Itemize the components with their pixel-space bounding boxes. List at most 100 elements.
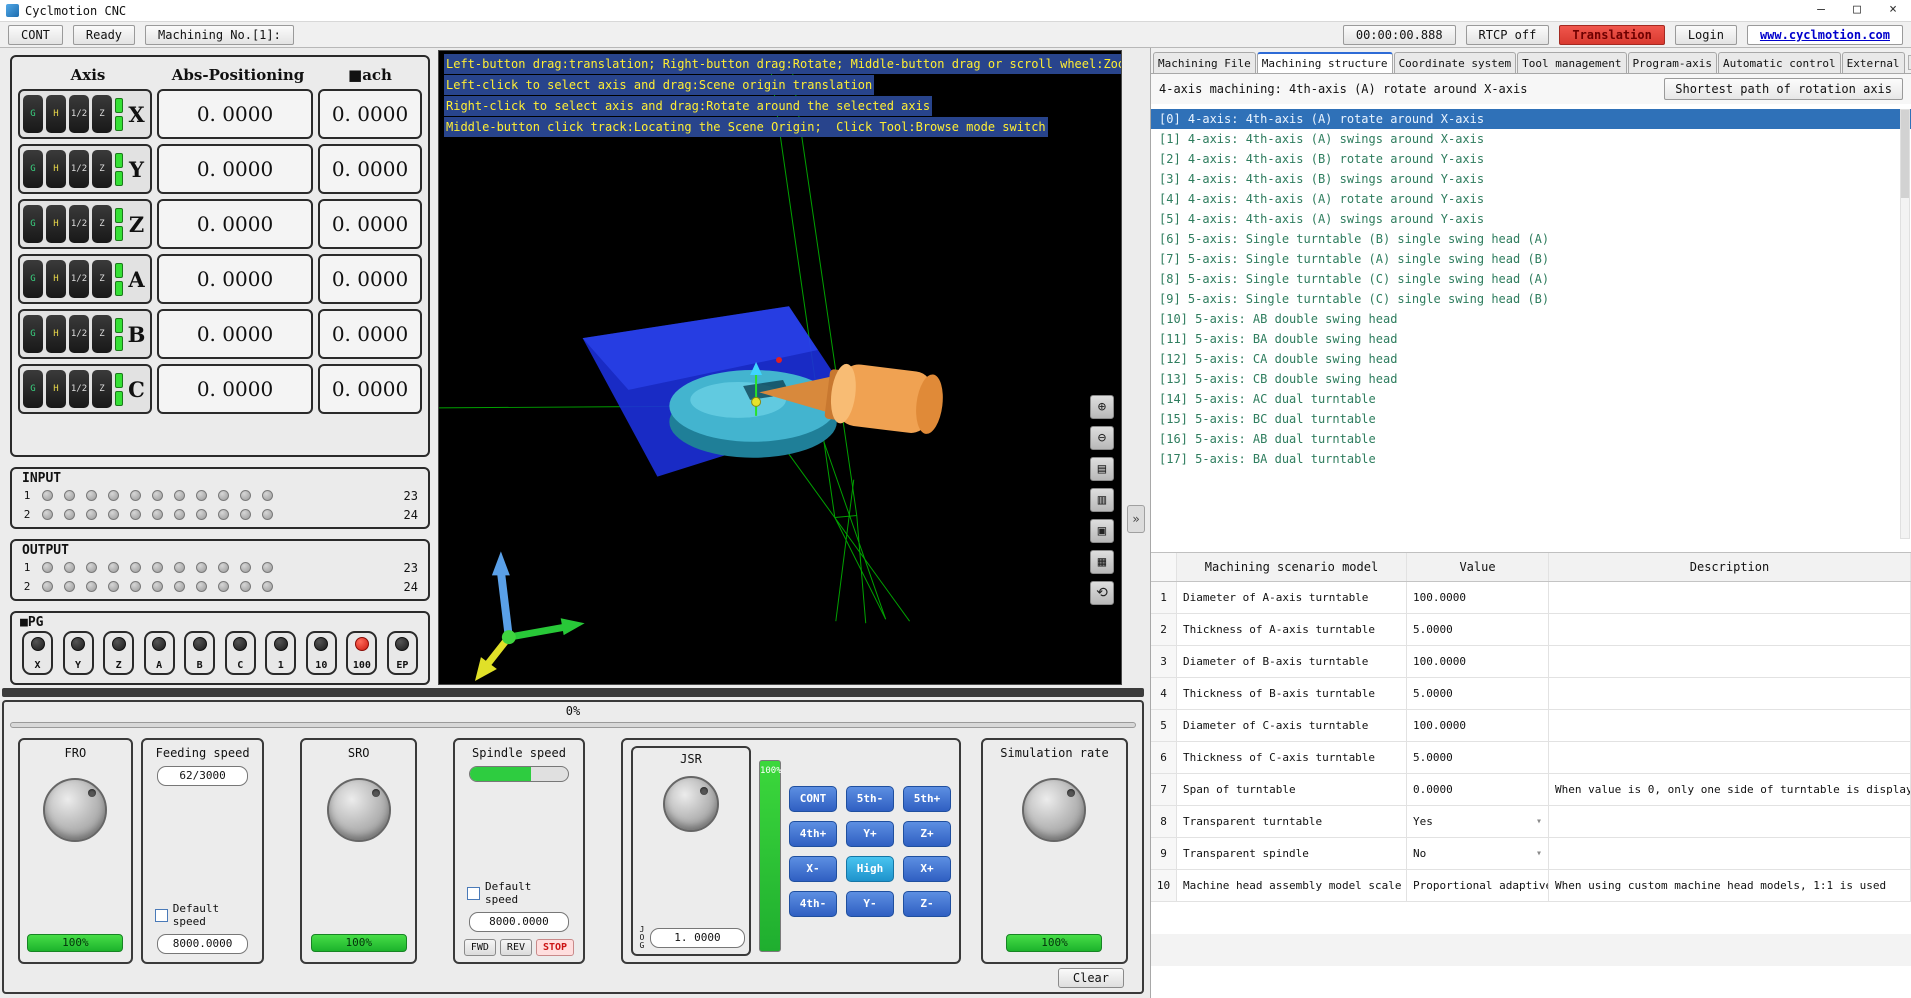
axis-mini-button-y-z[interactable]: Z [92,150,112,188]
structure-list-item[interactable]: [6] 5-axis: Single turntable (B) single … [1151,229,1911,249]
jog-button-5th[interactable]: 5th+ [902,785,951,812]
scenario-value-cell[interactable]: 5.0000 [1407,614,1549,645]
axis-mini-button-c-g[interactable]: G [23,370,43,408]
mpg-button-ep[interactable]: EP [386,631,418,675]
jog-button-4th[interactable]: 4th+ [788,820,837,847]
axis-mini-button-z-g[interactable]: G [23,205,43,243]
snapshot-icon[interactable]: ▣ [1090,519,1114,543]
axis-mini-button-b-z[interactable]: Z [92,315,112,353]
axis-mini-button-a-1-2[interactable]: 1/2 [69,260,89,298]
axis-mini-button-b-1-2[interactable]: 1/2 [69,315,89,353]
structure-list-item[interactable]: [11] 5-axis: BA double swing head [1151,329,1911,349]
structure-list-item[interactable]: [16] 5-axis: AB dual turntable [1151,429,1911,449]
rtcp-toggle-button[interactable]: RTCP off [1465,24,1550,45]
jog-button-y[interactable]: Y+ [845,820,894,847]
jog-button-4th[interactable]: 4th- [788,890,837,917]
spindle-fwd-button[interactable]: FWD [463,939,496,956]
structure-list-item[interactable]: [15] 5-axis: BC dual turntable [1151,409,1911,429]
structure-list-item[interactable]: [12] 5-axis: CA double swing head [1151,349,1911,369]
structure-list-item[interactable]: [17] 5-axis: BA dual turntable [1151,449,1911,469]
axis-mini-button-z-h[interactable]: H [46,205,66,243]
structure-list-item[interactable]: [10] 5-axis: AB double swing head [1151,309,1911,329]
close-icon[interactable]: × [1875,0,1911,21]
tab-scroll-left-icon[interactable]: ◄ [1907,55,1911,70]
dropdown-arrow-icon[interactable]: ▾ [1536,816,1542,827]
scenario-value-cell[interactable]: 5.0000 [1407,742,1549,773]
axis-mini-button-y-h[interactable]: H [46,150,66,188]
scenario-value-cell[interactable]: 100.0000 [1407,582,1549,613]
axis-mini-button-c-z[interactable]: Z [92,370,112,408]
structure-list-item[interactable]: [8] 5-axis: Single turntable (C) single … [1151,269,1911,289]
spindle-default-speed-field[interactable]: 8000.0000 [468,912,569,932]
axis-mini-button-x-g[interactable]: G [23,95,43,133]
structure-list-item[interactable]: [14] 5-axis: AC dual turntable [1151,389,1911,409]
axis-mini-button-b-g[interactable]: G [23,315,43,353]
axis-mini-button-b-h[interactable]: H [46,315,66,353]
shortest-path-button[interactable]: Shortest path of rotation axis [1664,78,1903,100]
jsr-knob[interactable] [662,776,719,832]
jog-button-z[interactable]: Z- [902,890,951,917]
viewport-3d[interactable]: Left-button drag:translation; Right-butt… [438,50,1122,685]
scenario-value-cell[interactable]: Yes ▾ [1407,806,1549,837]
axis-mini-button-x-h[interactable]: H [46,95,66,133]
dropdown-arrow-icon[interactable]: ▾ [1536,848,1542,859]
axis-mini-button-a-h[interactable]: H [46,260,66,298]
panel-expander-button[interactable]: » [1127,505,1145,533]
scenario-value-cell[interactable]: 0.0000 [1407,774,1549,805]
tab-machining-structure[interactable]: Machining structure [1256,52,1393,73]
structure-list-item[interactable]: [4] 4-axis: 4th-axis (A) rotate around Y… [1151,189,1911,209]
minimize-icon[interactable]: — [1803,0,1839,21]
tab-program-axis[interactable]: Program-axis [1627,52,1717,73]
feeding-speed-value[interactable]: 62/3000 [156,766,249,786]
axis-mini-button-y-g[interactable]: G [23,150,43,188]
axis-mini-button-a-g[interactable]: G [23,260,43,298]
zoom-out-icon[interactable]: ⊖ [1090,426,1114,450]
axis-mini-button-c-1-2[interactable]: 1/2 [69,370,89,408]
horizontal-splitter[interactable] [2,688,1144,697]
zoom-in-icon[interactable]: ⊕ [1090,395,1114,419]
spindle-rev-button[interactable]: REV [499,939,532,956]
axis-mini-button-y-1-2[interactable]: 1/2 [69,150,89,188]
sro-knob[interactable] [326,778,391,842]
axis-mini-button-x-1-2[interactable]: 1/2 [69,95,89,133]
layers-icon[interactable]: ▦ [1090,550,1114,574]
mpg-button-10[interactable]: 10 [305,631,337,675]
simulation-rate-knob[interactable] [1022,778,1087,842]
feeding-default-speed-checkbox[interactable] [154,908,168,922]
mpg-button-100[interactable]: 100 [346,631,378,675]
mode-button[interactable]: CONT [8,24,63,45]
list-scrollbar[interactable] [1900,109,1910,539]
structure-list-item[interactable]: [1] 4-axis: 4th-axis (A) swings around X… [1151,129,1911,149]
mpg-button-b[interactable]: B [184,631,216,675]
scenario-value-cell[interactable]: 100.0000 [1407,646,1549,677]
jog-button-cont[interactable]: CONT [788,785,837,812]
scenario-value-cell[interactable]: 5.0000 [1407,678,1549,709]
scenario-value-cell[interactable]: 100.0000 [1407,710,1549,741]
mpg-button-y[interactable]: Y [62,631,94,675]
jog-button-high[interactable]: High [845,855,894,882]
tab-machining-file[interactable]: Machining File [1153,52,1256,73]
structure-list-item[interactable]: [5] 4-axis: 4th-axis (A) swings around Y… [1151,209,1911,229]
structure-list-item[interactable]: [7] 5-axis: Single turntable (A) single … [1151,249,1911,269]
copy-view-icon[interactable]: ▤ [1090,457,1114,481]
scrollbar-thumb[interactable] [1901,110,1909,198]
spindle-default-speed-checkbox[interactable] [466,886,480,900]
clear-button[interactable]: Clear [1057,968,1124,988]
structure-list-item[interactable]: [3] 4-axis: 4th-axis (B) swings around Y… [1151,169,1911,189]
mpg-button-1[interactable]: 1 [265,631,297,675]
scenario-value-cell[interactable]: No ▾ [1407,838,1549,869]
jog-button-5th[interactable]: 5th- [845,785,894,812]
mpg-button-x[interactable]: X [22,631,53,675]
scenario-value-cell[interactable]: Proportional adaptive▾ [1407,870,1549,901]
structure-list-item[interactable]: [13] 5-axis: CB double swing head [1151,369,1911,389]
maximize-icon[interactable]: □ [1839,0,1875,21]
tab-automatic-control[interactable]: Automatic control [1717,52,1841,73]
jog-button-y[interactable]: Y- [845,890,894,917]
paste-view-icon[interactable]: ▥ [1090,488,1114,512]
axis-mini-button-x-z[interactable]: Z [92,95,112,133]
tab-tool-management[interactable]: Tool management [1517,52,1627,73]
feeding-default-speed-field[interactable]: 8000.0000 [156,934,249,954]
axis-mini-button-z-1-2[interactable]: 1/2 [69,205,89,243]
jog-step-value[interactable]: 1. 0000 [649,928,745,948]
mpg-button-c[interactable]: C [224,631,256,675]
